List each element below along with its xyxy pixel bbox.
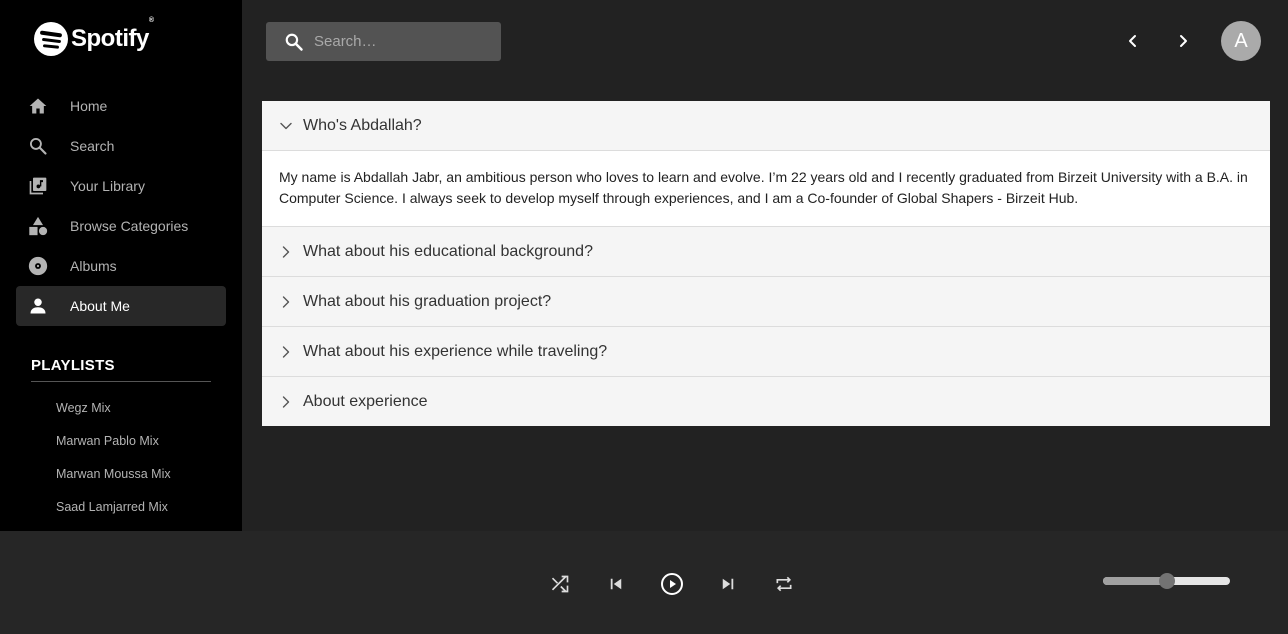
sidebar-item-your-library[interactable]: Your Library bbox=[16, 166, 226, 206]
back-button[interactable] bbox=[1120, 28, 1146, 54]
accordion-title: What about his graduation project? bbox=[303, 292, 552, 310]
playlist-item[interactable]: Wegz Mix bbox=[56, 399, 171, 432]
accordion-body: My name is Abdallah Jabr, an ambitious p… bbox=[262, 150, 1270, 226]
sidebar-item-label: Your Library bbox=[70, 178, 145, 194]
sidebar-item-label: About Me bbox=[70, 298, 130, 314]
playlist-item[interactable]: Saad Lamjarred Mix bbox=[56, 498, 171, 531]
volume-handle[interactable] bbox=[1158, 573, 1175, 589]
chevron-right-icon bbox=[280, 245, 292, 258]
chevron-right-icon bbox=[1180, 35, 1187, 47]
home-icon bbox=[27, 95, 49, 117]
chevron-down-icon bbox=[280, 120, 292, 132]
previous-icon bbox=[610, 578, 622, 590]
accordion-item: What about his educational background? bbox=[262, 227, 1270, 277]
accordion-item: About experience bbox=[262, 377, 1270, 426]
play-button[interactable] bbox=[660, 572, 684, 596]
accordion-header[interactable]: What about his experience while travelin… bbox=[262, 327, 1270, 376]
player-bar bbox=[0, 531, 1288, 634]
accordion-title: What about his experience while travelin… bbox=[303, 342, 608, 360]
repeat-button[interactable] bbox=[772, 572, 796, 596]
accordion-title: About experience bbox=[303, 392, 428, 410]
search-bar[interactable] bbox=[266, 22, 501, 61]
playlist-item[interactable]: Marwan Moussa Mix bbox=[56, 465, 171, 498]
next-button[interactable] bbox=[716, 572, 740, 596]
sidebar-item-search[interactable]: Search bbox=[16, 126, 226, 166]
sidebar-nav: Home Search Your Library Browse Categori… bbox=[16, 86, 226, 326]
accordion-title: Who's Abdallah? bbox=[303, 116, 422, 134]
person-icon bbox=[27, 295, 49, 317]
previous-button[interactable] bbox=[604, 572, 628, 596]
chevron-right-icon bbox=[280, 345, 292, 358]
sidebar-item-label: Albums bbox=[70, 258, 117, 274]
sidebar-item-about-me[interactable]: About Me bbox=[16, 286, 226, 326]
sidebar-item-label: Search bbox=[70, 138, 115, 154]
playlists-heading: PLAYLISTS bbox=[31, 357, 115, 374]
spotify-logo-icon bbox=[34, 22, 68, 56]
repeat-icon bbox=[776, 576, 792, 592]
accordion-header[interactable]: About experience bbox=[262, 377, 1270, 426]
brand-name: Spotify® bbox=[71, 17, 154, 52]
chevron-right-icon bbox=[280, 295, 292, 308]
sidebar-item-browse-categories[interactable]: Browse Categories bbox=[16, 206, 226, 246]
next-icon bbox=[722, 578, 734, 590]
categories-icon bbox=[27, 215, 49, 237]
shuffle-icon bbox=[551, 575, 569, 593]
sidebar-item-label: Browse Categories bbox=[70, 218, 189, 234]
library-icon bbox=[27, 175, 49, 197]
avatar[interactable]: A bbox=[1221, 21, 1261, 61]
play-icon bbox=[661, 573, 683, 595]
accordion-item: What about his experience while travelin… bbox=[262, 327, 1270, 377]
search-input[interactable] bbox=[314, 33, 494, 50]
volume-fill bbox=[1103, 577, 1167, 585]
accordion-title: What about his educational background? bbox=[303, 242, 593, 260]
sidebar-item-label: Home bbox=[70, 98, 108, 114]
search-icon bbox=[27, 135, 49, 157]
chevron-right-icon bbox=[280, 395, 292, 408]
playlists-divider bbox=[31, 381, 211, 382]
accordion-header[interactable]: What about his graduation project? bbox=[262, 277, 1270, 326]
sidebar: Spotify® Home Search Your Library Browse… bbox=[0, 0, 242, 531]
sidebar-item-albums[interactable]: Albums bbox=[16, 246, 226, 286]
sidebar-item-home[interactable]: Home bbox=[16, 86, 226, 126]
forward-button[interactable] bbox=[1170, 28, 1196, 54]
album-icon bbox=[27, 255, 49, 277]
spotify-logo[interactable]: Spotify® bbox=[34, 17, 154, 56]
volume-slider[interactable] bbox=[1103, 573, 1230, 589]
playlist-item[interactable]: Marwan Pablo Mix bbox=[56, 432, 171, 465]
playlist-list: Wegz Mix Marwan Pablo Mix Marwan Moussa … bbox=[56, 399, 171, 531]
accordion-item: What about his graduation project? bbox=[262, 277, 1270, 327]
chevron-left-icon bbox=[1129, 35, 1136, 47]
shuffle-button[interactable] bbox=[548, 572, 572, 596]
accordion-header[interactable]: What about his educational background? bbox=[262, 227, 1270, 276]
accordion-item: Who's Abdallah? My name is Abdallah Jabr… bbox=[262, 101, 1270, 227]
search-icon bbox=[284, 32, 304, 52]
accordion-header[interactable]: Who's Abdallah? bbox=[262, 101, 1270, 150]
about-accordion: Who's Abdallah? My name is Abdallah Jabr… bbox=[262, 101, 1270, 426]
